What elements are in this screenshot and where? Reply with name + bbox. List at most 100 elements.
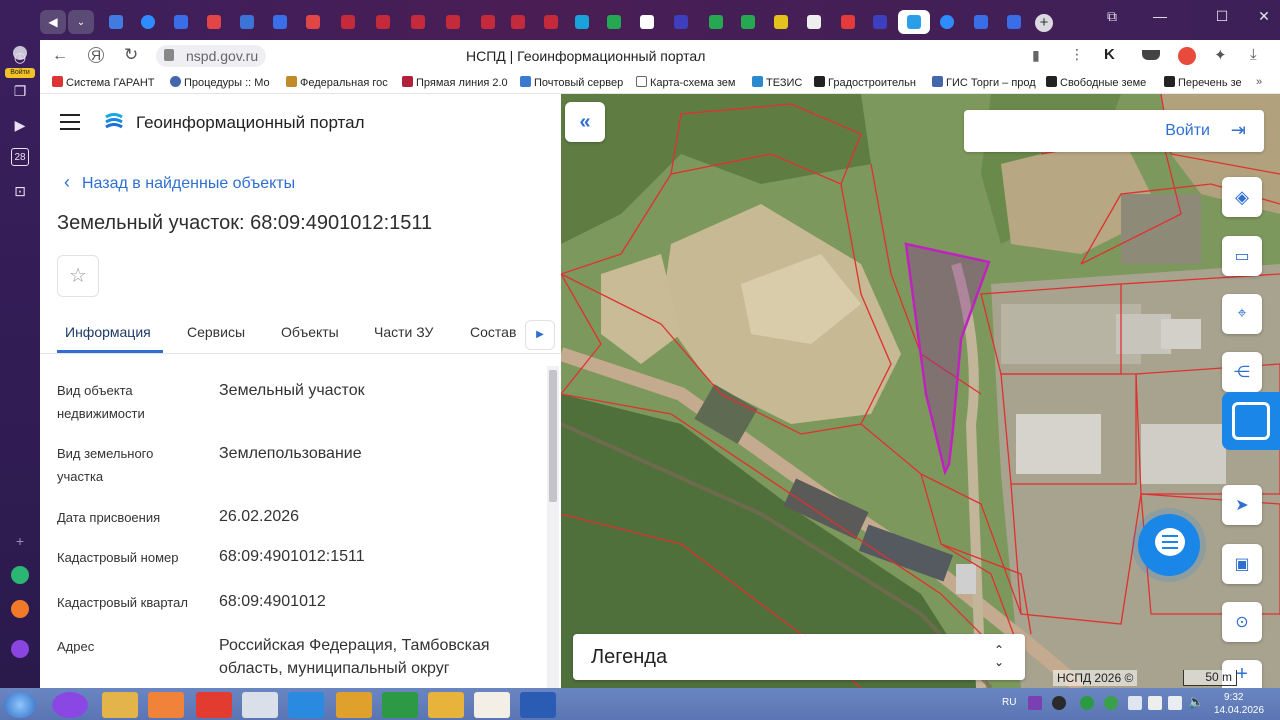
media-player-icon[interactable] [148,692,184,718]
tab[interactable] [601,10,627,34]
collapse-panel-button[interactable]: « [565,102,605,142]
tab[interactable] [835,10,861,34]
tray-icon[interactable] [1128,696,1142,710]
volume-icon[interactable]: 🔈 [1188,694,1204,710]
word-icon[interactable] [520,692,556,718]
locate-button[interactable]: ➤ [1222,485,1262,525]
explorer-icon[interactable] [102,692,138,718]
calendar-icon[interactable]: 28 [11,148,29,166]
tab[interactable] [668,10,694,34]
tab[interactable] [934,10,960,34]
tab-objects[interactable]: Объекты [281,324,339,340]
add-panel-icon[interactable]: + [11,532,29,550]
tab[interactable] [634,10,660,34]
taskbar-app-icon[interactable] [428,692,464,718]
bookmark-item[interactable]: Процедуры :: Мо [170,76,282,89]
tab-information[interactable]: Информация [65,324,151,340]
tab[interactable] [867,10,893,34]
clock-time[interactable]: 9:32 [1224,692,1243,703]
bookmark-item[interactable]: Система ГАРАНТ [52,76,164,89]
extension-icon[interactable] [1178,47,1196,65]
bookmark-item[interactable]: Федеральная гос [286,76,398,89]
measure-button[interactable]: ▭ [1222,236,1262,276]
yandex-icon[interactable]: Я [88,47,104,63]
tab-parts[interactable]: Части ЗУ [374,324,433,340]
extension-icon[interactable]: K [1104,46,1115,63]
bookmark-item[interactable]: Почтовый сервер [520,76,628,89]
tabs-next-arrow-icon[interactable]: ▶ [525,320,555,350]
select-area-button[interactable]: ⌖ [1222,294,1262,334]
tab-list[interactable]: ⌄ [68,10,94,34]
tab-manager-icon[interactable]: ⧉ [1100,6,1124,26]
tab[interactable] [475,10,501,34]
taskbar-app-icon[interactable] [242,692,278,718]
tab[interactable] [768,10,794,34]
tab[interactable] [201,10,227,34]
taskbar-app-icon[interactable] [382,692,418,718]
bookmark-item[interactable]: Перечень зе [1164,76,1258,89]
bookmarks-overflow-icon[interactable]: » [1256,76,1262,88]
bookmark-item[interactable]: Карта-схема зем [636,76,744,89]
tab[interactable] [267,10,293,34]
app-icon[interactable] [11,600,29,618]
screenshot-icon[interactable]: ⊡ [11,182,29,200]
tab-active-nspd[interactable] [898,10,930,34]
more-icon[interactable]: ⋮ [1070,46,1084,63]
share-button[interactable]: ⋲ [1222,352,1262,392]
minimap-button[interactable]: ▣ [1222,544,1262,584]
expand-collapse-icon[interactable]: ⌃ ⌄ [991,644,1007,670]
menu-icon[interactable] [60,114,80,130]
tab[interactable] [370,10,396,34]
bookmark-item[interactable]: ТЕЗИС [752,76,808,89]
layers-button[interactable]: ◈ [1222,177,1262,217]
tab[interactable] [801,10,827,34]
tab-composition[interactable]: Состав [470,324,516,340]
keyboard-language[interactable]: RU [1002,697,1016,708]
legend-panel[interactable]: Легенда ⌃ ⌄ [573,634,1025,680]
tab[interactable] [440,10,466,34]
app-icon[interactable] [11,566,29,584]
video-icon[interactable]: ▶ [11,116,29,134]
tab[interactable] [405,10,431,34]
tab[interactable] [968,10,994,34]
bookmark-item[interactable]: ГИС Торги – прод [932,76,1040,89]
tab[interactable] [234,10,260,34]
tab[interactable] [505,10,531,34]
alice-icon[interactable] [11,640,29,658]
tab-sound[interactable]: ◀ [40,10,66,34]
downloads-icon[interactable]: ⤓ [1250,46,1257,63]
taskbar-app-icon[interactable] [52,692,88,718]
extensions-icon[interactable]: ✦ [1214,46,1227,64]
tray-icon[interactable] [1104,696,1118,710]
login-button[interactable]: Войти ⇥ [964,110,1264,152]
maximize-icon[interactable]: ☐ [1210,6,1234,26]
map-view[interactable]: « Войти ⇥ ◈ ▭ ⌖ ⋲ ➤ ▣ ⊙ + Легенда ⌃ ⌄ НСП… [561,94,1280,688]
bookmark-item[interactable]: Прямая линия 2.0 [402,76,514,89]
tray-icon[interactable] [1028,696,1042,710]
back-to-results-link[interactable]: ‹ Назад в найденные объекты [64,172,295,193]
back-arrow-icon[interactable]: ← [52,47,68,65]
bookmark-item[interactable]: Градостроительн [814,76,924,89]
search-location-button[interactable]: ⊙ [1222,602,1262,642]
bookmark-item[interactable]: Свободные земе [1046,76,1158,89]
tab[interactable] [300,10,326,34]
lock-icon[interactable] [164,49,174,61]
tray-icon[interactable] [1052,696,1066,710]
new-tab-button[interactable]: + [1035,14,1053,32]
close-icon[interactable]: ✕ [1252,6,1276,26]
collections-icon[interactable]: ❐ [11,82,29,100]
tray-icon[interactable] [1148,696,1162,710]
yandex-active-icon[interactable] [474,692,510,718]
scrollbar-thumb[interactable] [549,370,557,502]
tab[interactable] [335,10,361,34]
bookmark-icon[interactable]: ▮ [1032,47,1040,64]
reload-icon[interactable]: ↻ [124,45,138,65]
tab[interactable] [735,10,761,34]
history-icon[interactable]: ◷ [11,48,29,66]
network-icon[interactable] [1168,696,1182,710]
tab[interactable] [538,10,564,34]
clock-date[interactable]: 14.04.2026 [1214,705,1264,716]
yandex-browser-icon[interactable] [196,692,232,718]
tray-icon[interactable] [1080,696,1094,710]
tab[interactable] [168,10,194,34]
